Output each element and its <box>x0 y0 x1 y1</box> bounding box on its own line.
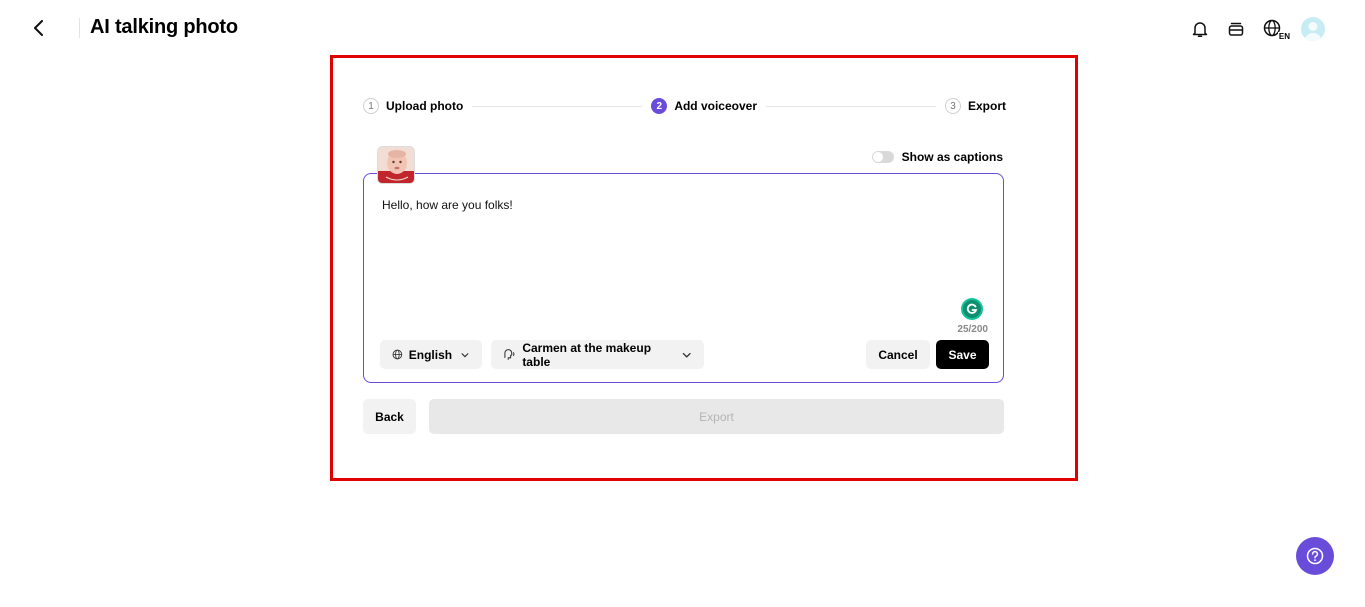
script-editor[interactable]: Hello, how are you folks! 25/200 English… <box>363 173 1004 383</box>
language-select[interactable]: English <box>380 340 482 369</box>
step-connector <box>766 105 936 107</box>
language-badge: EN <box>1277 32 1291 41</box>
export-button[interactable]: Export <box>429 399 1004 434</box>
script-text[interactable]: Hello, how are you folks! <box>382 198 513 212</box>
globe-icon <box>392 349 403 360</box>
step-connector <box>472 105 643 107</box>
help-button[interactable] <box>1296 537 1334 575</box>
globe-icon[interactable]: EN <box>1261 18 1291 41</box>
page-title: AI talking photo <box>90 16 238 38</box>
question-icon <box>1306 547 1324 565</box>
credits-icon[interactable] <box>1225 18 1247 40</box>
voice-select[interactable]: Carmen at the makeup table <box>491 340 704 369</box>
show-captions-label: Show as captions <box>901 150 1003 164</box>
step-add-voiceover: 2 Add voiceover <box>651 98 757 114</box>
photo-thumbnail <box>377 146 415 184</box>
title-divider <box>79 18 80 38</box>
bell-icon[interactable] <box>1189 18 1211 40</box>
back-button[interactable]: Back <box>363 399 416 434</box>
toggle-switch[interactable] <box>871 151 894 163</box>
chevron-down-icon <box>682 352 691 358</box>
chevron-down-icon <box>461 352 469 357</box>
step-number: 3 <box>945 98 961 114</box>
back-chevron-icon[interactable] <box>28 17 50 39</box>
voiceover-panel: 1 Upload photo 2 Add voiceover 3 Export … <box>330 55 1078 481</box>
step-label: Export <box>968 99 1007 113</box>
cancel-button[interactable]: Cancel <box>866 340 930 369</box>
voice-value: Carmen at the makeup table <box>522 340 652 369</box>
language-value: English <box>408 347 453 362</box>
step-label: Upload photo <box>386 99 464 113</box>
char-count: 25/200 <box>957 324 988 335</box>
voice-icon <box>504 349 515 360</box>
grammarly-icon[interactable] <box>961 298 983 320</box>
step-number: 2 <box>651 98 668 114</box>
top-bar: AI talking photo EN <box>0 0 1365 58</box>
top-icons: EN <box>1189 17 1325 41</box>
step-number: 1 <box>363 98 379 114</box>
avatar[interactable] <box>1301 17 1325 41</box>
step-upload-photo: 1 Upload photo <box>363 98 463 114</box>
step-export: 3 Export <box>945 98 1006 114</box>
step-label: Add voiceover <box>674 99 758 113</box>
save-button[interactable]: Save <box>936 340 989 369</box>
show-captions-toggle[interactable]: Show as captions <box>871 150 1003 164</box>
stepper: 1 Upload photo 2 Add voiceover 3 Export <box>363 96 1006 116</box>
